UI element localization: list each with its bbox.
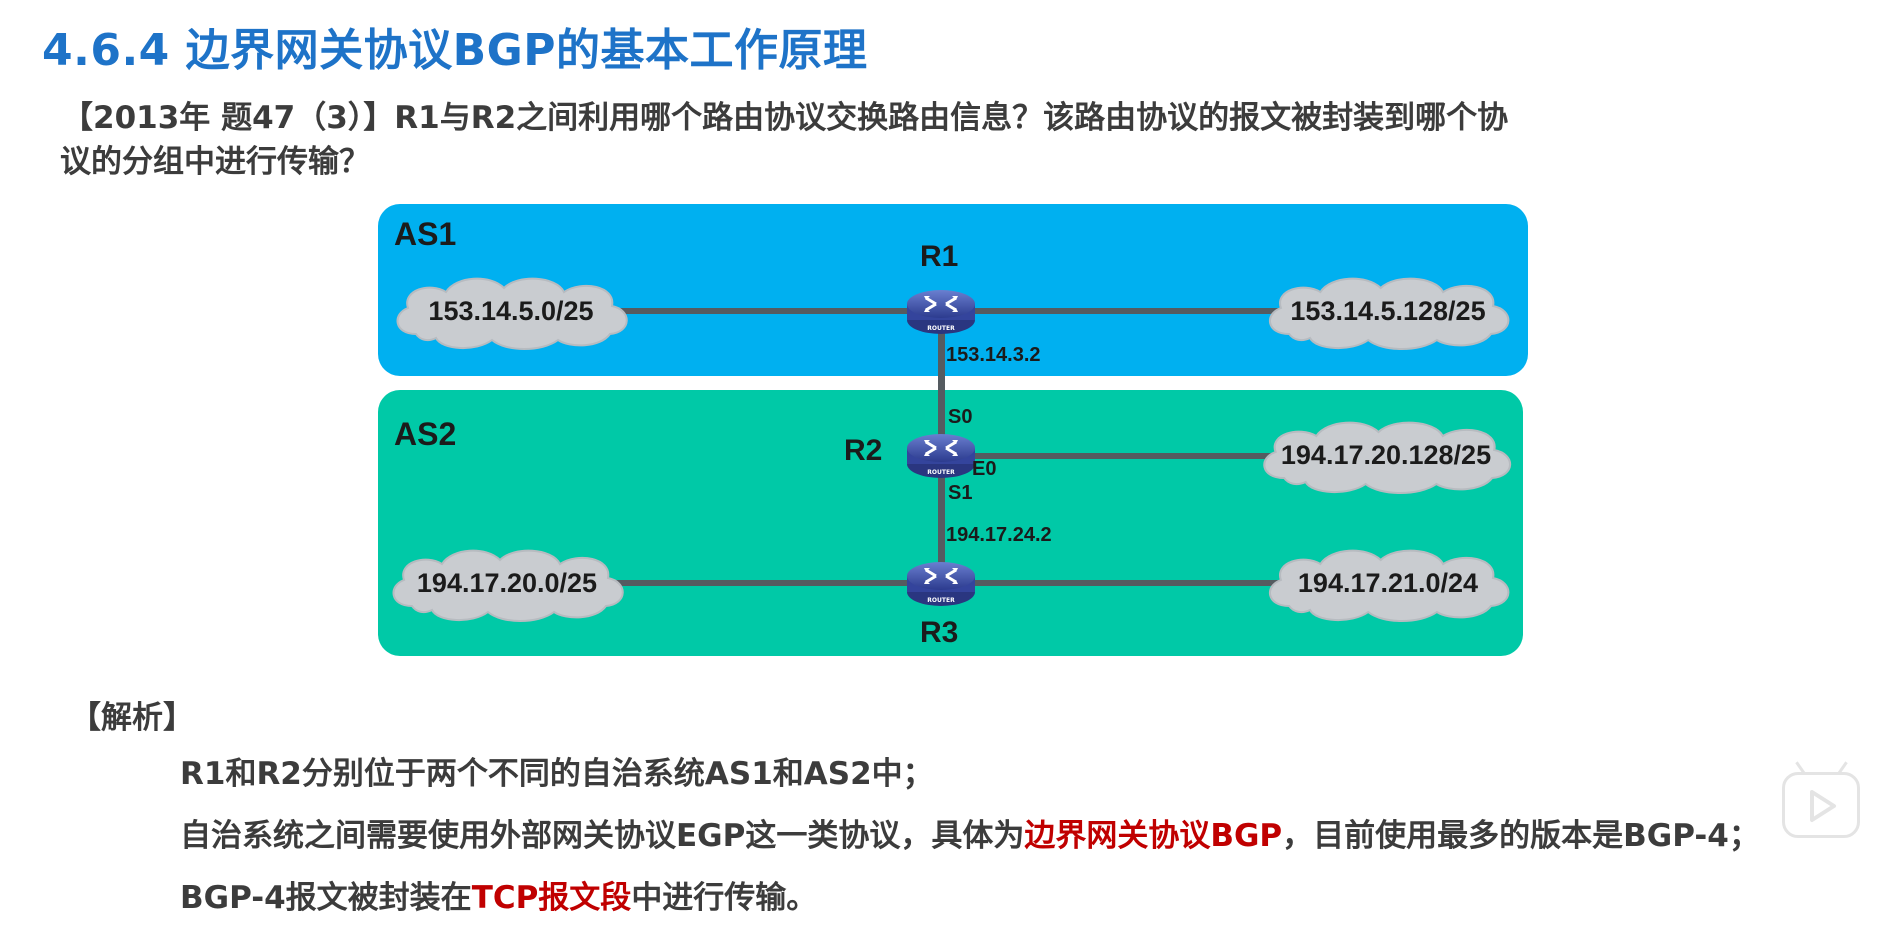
router-label-r1: R1 <box>920 240 959 273</box>
svg-text:ROUTER: ROUTER <box>927 469 955 476</box>
router-label-r3: R3 <box>920 616 959 649</box>
as1-label: AS1 <box>394 216 457 252</box>
link-r3-left <box>612 580 942 586</box>
router-r3: ROUTER <box>906 558 976 610</box>
analysis-highlight: TCP报文段 <box>471 880 632 916</box>
router-label-r2: R2 <box>844 434 883 467</box>
ip-label-r3: 194.17.24.2 <box>946 524 1052 546</box>
as2-label: AS2 <box>394 416 457 452</box>
question-line-2: 议的分组中进行传输？ <box>60 144 370 180</box>
ip-label-r1: 153.14.3.2 <box>946 344 1041 366</box>
question-text: 【2013年 题47（3）】R1与R2之间利用哪个路由协议交换路由信息？该路由协… <box>60 96 1662 184</box>
cloud-as1-left: 153.14.5.0/25 <box>386 272 636 350</box>
svg-text:ROUTER: ROUTER <box>927 597 955 604</box>
subnet-label: 194.17.20.0/25 <box>416 567 598 598</box>
link-r1-left <box>612 308 942 314</box>
router-icon: ROUTER <box>907 562 975 606</box>
analysis-text: 中进行传输。 <box>631 880 818 916</box>
interface-label-s1: S1 <box>948 482 973 504</box>
subnet-label: 194.17.21.0/24 <box>1297 567 1479 598</box>
analysis-heading: 【解析】 <box>70 700 194 736</box>
cloud-as1-right: 153.14.5.128/25 <box>1258 272 1518 350</box>
cloud-as2-left-bottom: 194.17.20.0/25 <box>382 544 632 622</box>
subnet-label: 153.14.5.128/25 <box>1290 295 1486 326</box>
play-icon <box>1810 790 1836 822</box>
network-diagram: AS1 AS2 153.14.5.0/25 153.14.5.128/25 19… <box>372 198 1542 668</box>
router-icon: ROUTER <box>907 290 975 334</box>
interface-label-s0: S0 <box>948 406 973 428</box>
cloud-as2-right-bottom: 194.17.21.0/24 <box>1258 544 1518 622</box>
analysis-highlight: 边界网关协议BGP <box>1024 818 1283 854</box>
subnet-label: 153.14.5.0/25 <box>428 295 594 326</box>
subnet-label: 194.17.20.128/25 <box>1280 439 1492 470</box>
analysis-text: ，目前使用最多的版本是BGP-4； <box>1282 818 1760 854</box>
router-icon: ROUTER <box>907 434 975 478</box>
analysis-text: BGP-4报文被封装在 <box>180 880 472 916</box>
analysis-line-2: 自治系统之间需要使用外部网关协议EGP这一类协议，具体为边界网关协议BGP，目前… <box>180 810 1760 855</box>
analysis-line-1: R1和R2分别位于两个不同的自治系统AS1和AS2中； <box>180 748 934 793</box>
page-title: 4.6.4 边界网关协议BGP的基本工作原理 <box>42 25 868 76</box>
video-play-button[interactable] <box>1782 761 1860 838</box>
analysis-text: 自治系统之间需要使用外部网关协议EGP这一类协议，具体为 <box>180 818 1025 854</box>
svg-text:ROUTER: ROUTER <box>927 325 955 332</box>
router-r1: ROUTER <box>906 286 976 338</box>
cloud-as2-right-top: 194.17.20.128/25 <box>1252 416 1520 494</box>
interface-label-e0: E0 <box>972 458 997 480</box>
router-r2: ROUTER <box>906 430 976 482</box>
question-line-1: 【2013年 题47（3）】R1与R2之间利用哪个路由协议交换路由信息？该路由协… <box>62 100 1509 136</box>
analysis-line-3: BGP-4报文被封装在TCP报文段中进行传输。 <box>180 872 817 917</box>
analysis-text: R1和R2分别位于两个不同的自治系统AS1和AS2中； <box>180 756 934 792</box>
